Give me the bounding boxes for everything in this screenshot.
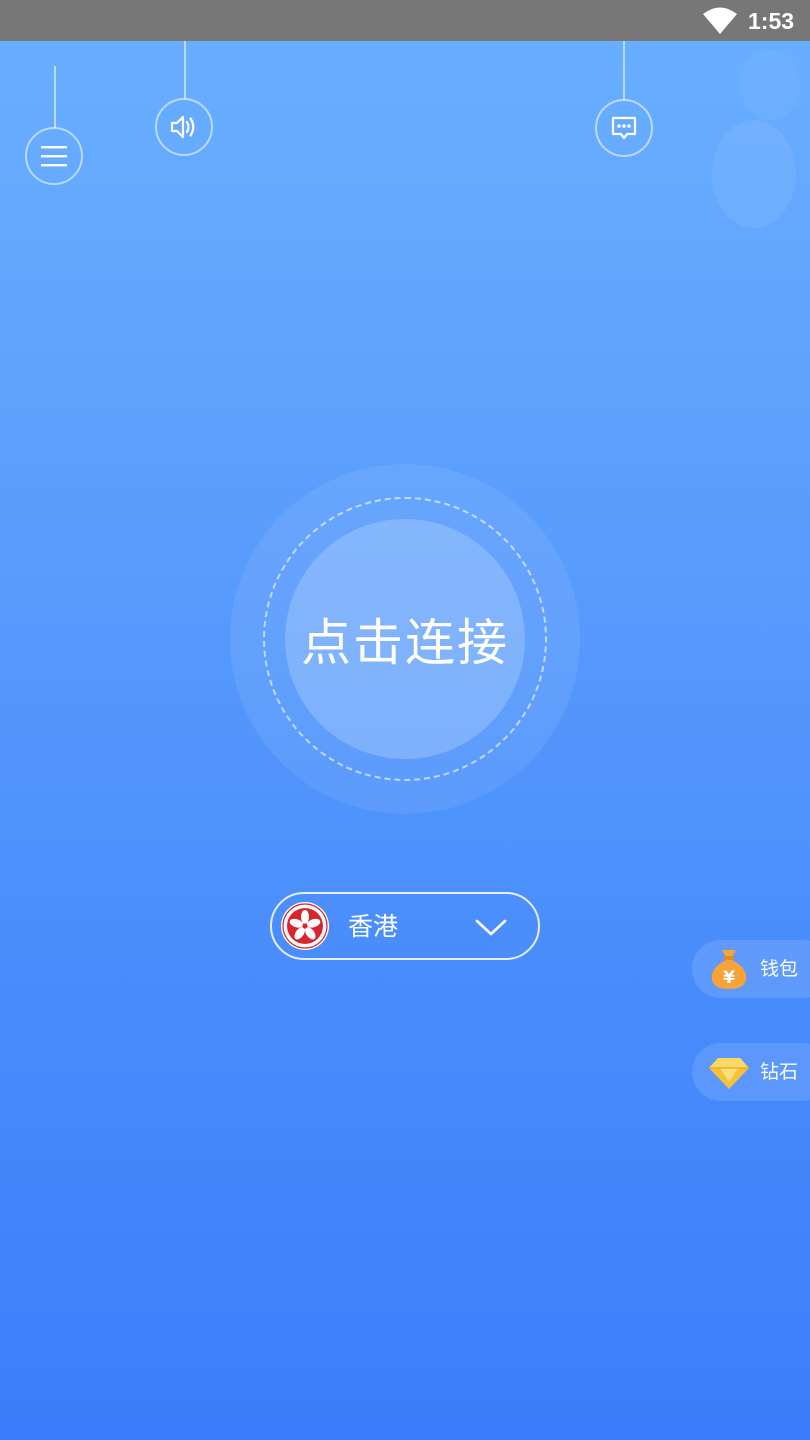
svg-text:¥: ¥: [723, 968, 735, 988]
diamond-button[interactable]: 钻石: [692, 1043, 810, 1101]
decor-blob: [740, 50, 800, 120]
diamond-icon: [709, 1058, 749, 1089]
money-bag-icon: ¥: [711, 950, 747, 989]
chat-icon: [611, 116, 637, 140]
sound-button[interactable]: [155, 98, 213, 156]
screen: 1:53 点击连接 香港 ¥ 钱包 钻石: [0, 0, 810, 1440]
menu-icon: [41, 146, 67, 167]
sound-hanger: [184, 41, 186, 99]
region-selector[interactable]: 香港: [270, 892, 540, 960]
message-button[interactable]: [595, 99, 653, 157]
wifi-icon: [703, 7, 737, 34]
region-name: 香港: [348, 912, 399, 941]
hong-kong-flag-icon: [281, 902, 329, 950]
decor-blob: [712, 120, 796, 228]
diamond-label: 钻石: [760, 1061, 799, 1083]
connect-label: 点击连接: [301, 614, 509, 672]
wallet-button[interactable]: ¥ 钱包: [692, 940, 810, 998]
status-time: 1:53: [748, 8, 795, 34]
menu-hanger: [54, 66, 56, 128]
status-bar: 1:53: [0, 0, 810, 41]
chevron-down-icon: [475, 919, 507, 936]
connect-button[interactable]: 点击连接: [285, 519, 525, 759]
wallet-label: 钱包: [760, 958, 799, 980]
speaker-icon: [170, 115, 195, 139]
menu-button[interactable]: [25, 127, 83, 185]
message-hanger: [623, 41, 625, 100]
